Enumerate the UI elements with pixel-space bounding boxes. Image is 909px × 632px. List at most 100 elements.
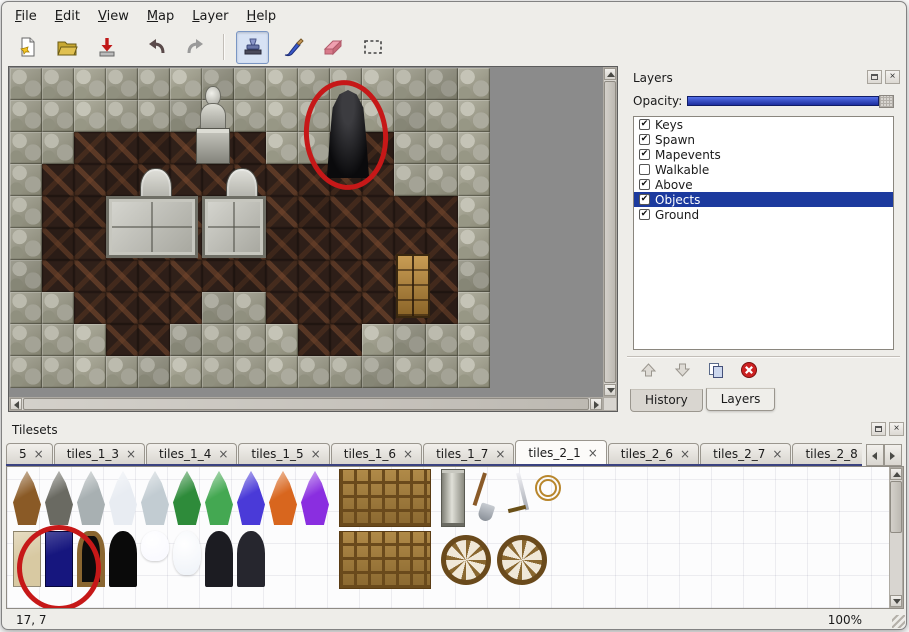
tileset-tab-tiles_1_6[interactable]: tiles_1_6× bbox=[331, 443, 422, 464]
scroll-down-button[interactable] bbox=[604, 384, 616, 396]
duplicate-layer-button[interactable] bbox=[707, 362, 725, 382]
tab-scroll-right-button[interactable] bbox=[884, 444, 902, 466]
scroll-down-button[interactable] bbox=[890, 595, 902, 607]
menu-layer[interactable]: Layer bbox=[183, 6, 237, 27]
eraser-button[interactable] bbox=[316, 31, 349, 64]
layer-row-walkable[interactable]: Walkable bbox=[634, 162, 893, 177]
delete-layer-button[interactable] bbox=[740, 361, 758, 382]
close-panel-button[interactable]: × bbox=[889, 422, 904, 436]
tileset-tile-crystal[interactable] bbox=[141, 471, 169, 525]
open-button[interactable] bbox=[50, 31, 83, 64]
tileset-tile-crystal[interactable] bbox=[173, 471, 201, 525]
tileset-tile-crystal[interactable] bbox=[237, 471, 265, 525]
brush-button[interactable] bbox=[276, 31, 309, 64]
tileset-tab-tiles_2_8[interactable]: tiles_2_8× bbox=[792, 443, 862, 464]
tileset-tile-crystal[interactable] bbox=[13, 471, 41, 525]
layer-row-keys[interactable]: ✔Keys bbox=[634, 117, 893, 132]
layer-row-objects[interactable]: ✔Objects bbox=[634, 192, 893, 207]
tileset-tab-tiles_1_7[interactable]: tiles_1_7× bbox=[423, 443, 514, 464]
tab-close-icon[interactable]: × bbox=[218, 448, 228, 460]
undo-button[interactable] bbox=[139, 31, 172, 64]
tab-scroll-left-button[interactable] bbox=[866, 444, 884, 466]
new-button[interactable] bbox=[10, 31, 43, 64]
tileset-tab-5[interactable]: 5× bbox=[6, 443, 53, 464]
layer-visibility-checkbox[interactable]: ✔ bbox=[639, 194, 650, 205]
close-panel-button[interactable]: × bbox=[885, 70, 900, 84]
tileset-tile-crystal[interactable] bbox=[301, 471, 329, 525]
tileset-tile-arch[interactable] bbox=[205, 531, 233, 587]
scroll-up-button[interactable] bbox=[604, 68, 616, 80]
layer-visibility-checkbox[interactable]: ✔ bbox=[639, 149, 650, 160]
tileset-tile-column[interactable] bbox=[441, 469, 465, 527]
tileset-tab-tiles_2_6[interactable]: tiles_2_6× bbox=[608, 443, 699, 464]
scroll-right-button[interactable] bbox=[590, 398, 602, 410]
layer-row-ground[interactable]: ✔Ground bbox=[634, 207, 893, 222]
map-horizontal-scrollbar[interactable] bbox=[9, 397, 603, 411]
tileset-tile-crystal[interactable] bbox=[205, 471, 233, 525]
resize-grip-icon[interactable] bbox=[892, 615, 905, 628]
tileset-tab-tiles_2_1[interactable]: tiles_2_1× bbox=[515, 440, 606, 464]
tab-close-icon[interactable]: × bbox=[403, 448, 413, 460]
tileset-tab-tiles_1_5[interactable]: tiles_1_5× bbox=[238, 443, 329, 464]
menu-help[interactable]: Help bbox=[238, 6, 286, 27]
tileset-tile-track[interactable] bbox=[339, 531, 431, 589]
stamp-button[interactable] bbox=[236, 31, 269, 64]
tab-close-icon[interactable]: × bbox=[126, 448, 136, 460]
tileset-tile-blob[interactable] bbox=[173, 531, 201, 575]
layer-row-mapevents[interactable]: ✔Mapevents bbox=[634, 147, 893, 162]
map-canvas[interactable] bbox=[10, 68, 601, 395]
tileset-tab-tiles_1_4[interactable]: tiles_1_4× bbox=[146, 443, 237, 464]
tileset-tile-crystal[interactable] bbox=[77, 471, 105, 525]
layer-visibility-checkbox[interactable]: ✔ bbox=[639, 119, 650, 130]
layer-row-above[interactable]: ✔Above bbox=[634, 177, 893, 192]
float-panel-button[interactable] bbox=[867, 70, 882, 84]
tileset-content[interactable] bbox=[6, 466, 904, 609]
tileset-tile-crystal[interactable] bbox=[269, 471, 297, 525]
scrollbar-thumb[interactable] bbox=[890, 481, 902, 533]
tileset-tile-shovel[interactable] bbox=[471, 471, 499, 525]
tileset-tile-arch[interactable] bbox=[109, 531, 137, 587]
float-panel-button[interactable] bbox=[871, 422, 886, 436]
layer-row-spawn[interactable]: ✔Spawn bbox=[634, 132, 893, 147]
tileset-tile-coil[interactable] bbox=[535, 475, 561, 501]
dock-tab-history[interactable]: History bbox=[630, 389, 703, 412]
tileset-tab-tiles_1_3[interactable]: tiles_1_3× bbox=[54, 443, 145, 464]
map-vertical-scrollbar[interactable] bbox=[603, 67, 617, 397]
layer-visibility-checkbox[interactable]: ✔ bbox=[639, 134, 650, 145]
move-layer-up-button[interactable] bbox=[639, 362, 658, 381]
scrollbar-thumb[interactable] bbox=[604, 81, 616, 383]
tileset-tile-sword[interactable] bbox=[503, 471, 531, 525]
layer-visibility-checkbox[interactable]: ✔ bbox=[639, 209, 650, 220]
redo-button[interactable] bbox=[179, 31, 212, 64]
menu-file[interactable]: File bbox=[6, 6, 46, 27]
move-layer-down-button[interactable] bbox=[673, 362, 692, 381]
save-button[interactable] bbox=[90, 31, 123, 64]
tileset-tile-arch[interactable] bbox=[237, 531, 265, 587]
scroll-left-button[interactable] bbox=[10, 398, 22, 410]
tab-close-icon[interactable]: × bbox=[588, 447, 598, 459]
dock-tab-layers[interactable]: Layers bbox=[706, 388, 776, 411]
tab-close-icon[interactable]: × bbox=[680, 448, 690, 460]
layer-visibility-checkbox[interactable] bbox=[639, 164, 650, 175]
menu-edit[interactable]: Edit bbox=[46, 6, 89, 27]
select-button[interactable] bbox=[356, 31, 389, 64]
scroll-up-button[interactable] bbox=[890, 468, 902, 480]
opacity-slider-handle[interactable] bbox=[879, 95, 894, 108]
scrollbar-thumb[interactable] bbox=[23, 398, 589, 410]
tileset-tile-wheel[interactable] bbox=[497, 535, 547, 585]
tileset-tile-crystal[interactable] bbox=[109, 471, 137, 525]
tileset-tile-wheel[interactable] bbox=[441, 535, 491, 585]
tileset-tile-blob[interactable] bbox=[141, 531, 169, 561]
menu-map[interactable]: Map bbox=[138, 6, 183, 27]
tab-close-icon[interactable]: × bbox=[34, 448, 44, 460]
tab-close-icon[interactable]: × bbox=[772, 448, 782, 460]
tileset-tile-track[interactable] bbox=[339, 469, 431, 527]
menu-view[interactable]: View bbox=[89, 6, 138, 27]
opacity-slider[interactable] bbox=[687, 95, 894, 108]
tileset-tab-tiles_2_7[interactable]: tiles_2_7× bbox=[700, 443, 791, 464]
tab-close-icon[interactable]: × bbox=[311, 448, 321, 460]
tab-close-icon[interactable]: × bbox=[495, 448, 505, 460]
tileset-tile-crystal[interactable] bbox=[45, 471, 73, 525]
tileset-vertical-scrollbar[interactable] bbox=[889, 467, 903, 608]
layer-visibility-checkbox[interactable]: ✔ bbox=[639, 179, 650, 190]
